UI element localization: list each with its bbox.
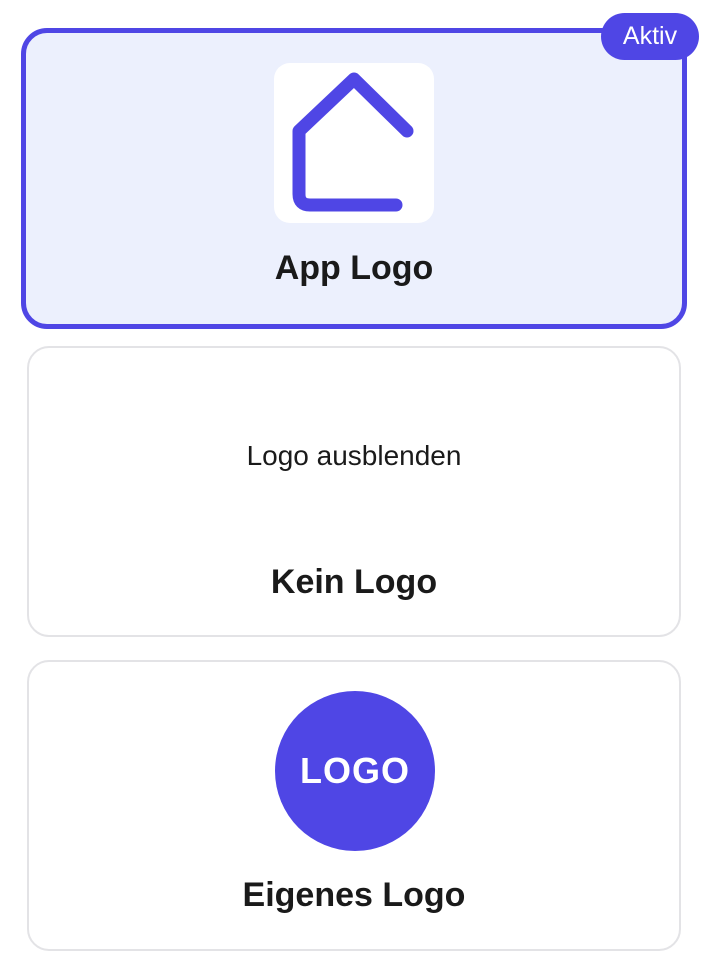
active-badge: Aktiv xyxy=(601,13,699,60)
logo-option-no-logo[interactable]: Logo ausblenden Kein Logo xyxy=(27,346,681,637)
custom-logo-placeholder: LOGO xyxy=(275,691,435,851)
option-hint: Logo ausblenden xyxy=(246,440,462,471)
logo-option-app-logo[interactable]: App Logo xyxy=(21,28,687,329)
logo-option-custom-logo[interactable]: LOGO Eigenes Logo xyxy=(27,660,681,951)
house-icon xyxy=(274,63,434,223)
option-title: Eigenes Logo xyxy=(242,876,466,914)
app-logo-preview xyxy=(274,63,434,223)
option-title: Kein Logo xyxy=(270,563,438,601)
option-title: App Logo xyxy=(274,249,434,287)
